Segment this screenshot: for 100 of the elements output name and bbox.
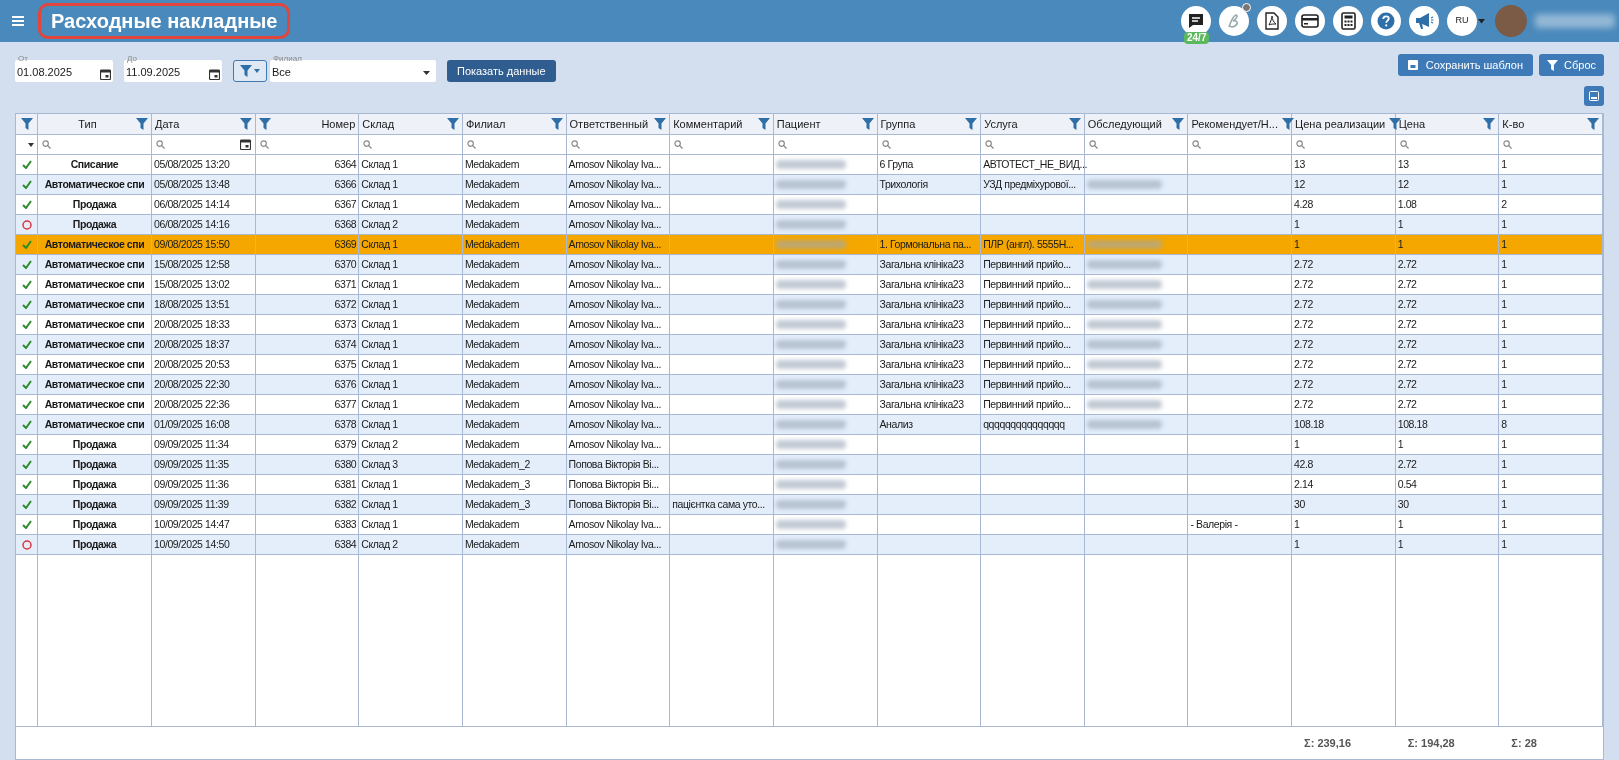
filter-icon[interactable] (965, 118, 978, 130)
calendar-icon[interactable] (100, 69, 111, 80)
column-header[interactable]: Склад (362, 115, 395, 133)
table-cell-text: Загальна клініка23 (879, 396, 964, 412)
calendar-icon[interactable] (209, 69, 220, 80)
table-row[interactable]: Автоматическое спи 20/08/2025 18:37 6374 Склад 1 Medakadem Amosov Nikolay Iva... Загальна клініка23 Первинний прийо... 2.72 2.72 1 (16, 335, 1603, 355)
show-data-button[interactable]: Показать данные (447, 60, 556, 82)
table-cell-text: Загальна клініка23 (879, 376, 964, 392)
table-cell-text: Автоматическое спи (44, 356, 145, 372)
table-cell-text: 6383 (334, 516, 357, 532)
column-header[interactable]: Тип (78, 115, 97, 133)
table-cell-text: 1 (1501, 216, 1507, 232)
table-row[interactable]: Продажа 09/09/2025 11:35 6380 Склад 3 Medakadem_2 Попова Вікторія Ві... 42.8 2.72 1 (16, 455, 1603, 475)
column-header[interactable]: Комментарий (673, 115, 743, 133)
filter-icon[interactable] (239, 118, 252, 130)
table-row[interactable]: Продажа 09/09/2025 11:36 6381 Склад 1 Medakadem_3 Попова Вікторія Ві... 2.14 0.54 1 (16, 475, 1603, 495)
table-cell-text: 1 (1294, 436, 1300, 452)
filter-icon[interactable] (1587, 118, 1599, 130)
caret-icon[interactable] (28, 142, 34, 147)
filter-icon[interactable] (1068, 118, 1081, 130)
filter-icon[interactable] (757, 118, 770, 130)
reset-button[interactable]: Сброс (1539, 54, 1604, 76)
column-header[interactable]: К-во (1502, 115, 1525, 133)
table-row[interactable]: Продажа 10/09/2025 14:50 6384 Склад 2 Medakadem Amosov Nikolay Iva... 1 1 1 (16, 535, 1603, 555)
table-cell-text: 20/08/2025 22:36 (154, 396, 230, 412)
menu-icon[interactable] (12, 16, 24, 26)
table-cell-text: 6364 (334, 156, 357, 172)
funnel-icon[interactable] (240, 65, 252, 77)
chat-badge: 24/7 (1184, 32, 1210, 44)
toolbar-icon-button[interactable] (1257, 6, 1287, 36)
table-cell-text: Medakadem (464, 396, 520, 412)
column-header[interactable]: Группа (880, 115, 916, 133)
table-cell-text: 13 (1294, 156, 1305, 172)
table-cell-text: 1 (1294, 216, 1300, 232)
table-row[interactable]: Автоматическое спи 05/08/2025 13:48 6366 Склад 1 Medakadem Amosov Nikolay Iva... Трихологія УЗД предміхурової... 12 12 1 (16, 175, 1603, 195)
caret-icon (423, 71, 430, 75)
table-cell-text: Amosov Nikolay Iva... (568, 276, 662, 292)
filter-icon[interactable] (1281, 118, 1294, 130)
total-sum: Σ: 28 (1511, 735, 1537, 751)
table-cell-text: 1 (1501, 236, 1507, 252)
table-cell-text: Склад 2 (361, 436, 398, 452)
table-row[interactable]: Продажа 06/08/2025 14:14 6367 Склад 1 Medakadem Amosov Nikolay Iva... 4.28 1.08 2 (16, 195, 1603, 215)
calendar-icon[interactable] (239, 139, 251, 150)
table-row[interactable]: Автоматическое спи 15/08/2025 13:02 6371 Склад 1 Medakadem Amosov Nikolay Iva... Загальна клініка23 Первинний прийо... 2.72 2.72 1 (16, 275, 1603, 295)
table-cell-text: 2.72 (1294, 376, 1313, 392)
filter-icon[interactable] (1172, 118, 1185, 130)
table-cell-text: 01/09/2025 16:08 (154, 416, 230, 432)
export-button[interactable] (1584, 86, 1604, 106)
filter-icon[interactable] (1483, 118, 1496, 130)
table-row[interactable]: Списание 05/08/2025 13:20 6364 Склад 1 Medakadem Amosov Nikolay Iva... 6 Група АВТОТЕСТ_НЕ_ВИД... 13 13 1 (16, 155, 1603, 175)
filter-icon[interactable] (446, 118, 459, 130)
filter-icon[interactable] (136, 118, 148, 130)
table-row[interactable]: Автоматическое спи 20/08/2025 18:33 6373 Склад 1 Medakadem Amosov Nikolay Iva... Загальна клініка23 Первинний прийо... 2.72 2.72 1 (16, 315, 1603, 335)
table-row[interactable]: Автоматическое спи 15/08/2025 12:58 6370 Склад 1 Medakadem Amosov Nikolay Iva... Загальна клініка23 Первинний прийо... 2.72 2.72 1 (16, 255, 1603, 275)
column-header[interactable]: Рекомендует/Н... (1191, 115, 1278, 133)
column-header[interactable]: Дата (155, 115, 180, 133)
table-cell-text: Склад 1 (361, 416, 398, 432)
table-cell-text: 2.72 (1397, 296, 1417, 312)
table-row[interactable]: Продажа 09/09/2025 11:34 6379 Склад 2 Medakadem Amosov Nikolay Iva... 1 1 1 (16, 435, 1603, 455)
table-row[interactable]: Автоматическое спи 01/09/2025 16:08 6378 Склад 1 Medakadem Amosov Nikolay Iva... Анализ qqqqqqqqqqqqqqq 108.18 108.18 8 (16, 415, 1603, 435)
filter-button[interactable] (233, 60, 267, 82)
table-row[interactable]: Продажа 10/09/2025 14:47 6383 Склад 1 Medakadem Amosov Nikolay Iva... - Валерія - 1 1 1 (16, 515, 1603, 535)
table-row[interactable]: Автоматическое спи 20/08/2025 22:36 6377 Склад 1 Medakadem Amosov Nikolay Iva... Загальна клініка23 Первинний прийо... 2.72 2.72 1 (16, 395, 1603, 415)
table-cell-text: Amosov Nikolay Iva... (568, 196, 662, 212)
filter-icon[interactable] (654, 118, 667, 130)
column-header[interactable]: Цена (1398, 115, 1426, 133)
column-header[interactable]: Ответственный (569, 115, 649, 133)
table-cell-text: Amosov Nikolay Iva... (568, 176, 662, 192)
table-row[interactable]: Автоматическое спи 20/08/2025 20:53 6375 Склад 1 Medakadem Amosov Nikolay Iva... Загальна клініка23 Первинний прийо... 2.72 2.72 1 (16, 355, 1603, 375)
table-cell-text: Medakadem (464, 236, 520, 252)
table-cell-text: 2.72 (1294, 256, 1313, 272)
table-cell-text: Первинний прийо... (983, 296, 1071, 312)
table-cell-text: Первинний прийо... (983, 256, 1071, 272)
column-header[interactable]: Филиал (465, 115, 506, 133)
column-header[interactable]: Услуга (984, 115, 1018, 133)
filter-icon[interactable] (550, 118, 563, 130)
table-cell-text: 6375 (334, 356, 357, 372)
table-row[interactable]: Продажа 09/09/2025 11:39 6382 Склад 1 Medakadem_3 Попова Вікторія Ві... пацієнтка сама уто... 30 30 1 (16, 495, 1603, 515)
filter-icon[interactable] (861, 118, 874, 130)
column-header[interactable]: Обследующий (1087, 115, 1162, 133)
table-row[interactable]: Автоматическое спи 09/08/2025 15:50 6369 Склад 1 Medakadem Amosov Nikolay Iva... 1. Гормональна па... ПЛР (англ). 5555Н... 1 1 1 (16, 235, 1603, 255)
toolbar-icon-button[interactable] (1333, 6, 1363, 36)
column-header[interactable]: Номер (321, 115, 356, 133)
table-row[interactable]: Автоматическое спи 18/08/2025 13:51 6372 Склад 1 Medakadem Amosov Nikolay Iva... Загальна клініка23 Первинний прийо... 2.72 2.72 1 (16, 295, 1603, 315)
table-cell-text: Medakadem (464, 256, 520, 272)
filter-icon[interactable] (20, 118, 33, 130)
table-cell-text: Amosov Nikolay Iva... (568, 376, 662, 392)
save-template-button[interactable]: Сохранить шаблон (1397, 54, 1533, 76)
column-header[interactable]: Цена реализации (1295, 115, 1386, 133)
language-selector[interactable]: RU (1447, 6, 1477, 36)
table-row[interactable]: Автоматическое спи 20/08/2025 22:30 6376 Склад 1 Medakadem Amosov Nikolay Iva... Загальна клініка23 Первинний прийо... 2.72 2.72 1 (16, 375, 1603, 395)
table-cell-text: Medakadem (464, 516, 520, 532)
filter-field[interactable] (153, 136, 254, 153)
search-icon (42, 140, 51, 149)
filter-icon[interactable] (258, 118, 271, 130)
table-cell-text: Склад 1 (361, 396, 398, 412)
column-header[interactable]: Пациент (776, 115, 821, 133)
table-cell-text: Автоматическое спи (44, 276, 145, 292)
toolbar-icon-button[interactable] (1295, 6, 1325, 36)
table-row[interactable]: Продажа 06/08/2025 14:16 6368 Склад 2 Medakadem Amosov Nikolay Iva... 1 1 1 (16, 215, 1603, 235)
